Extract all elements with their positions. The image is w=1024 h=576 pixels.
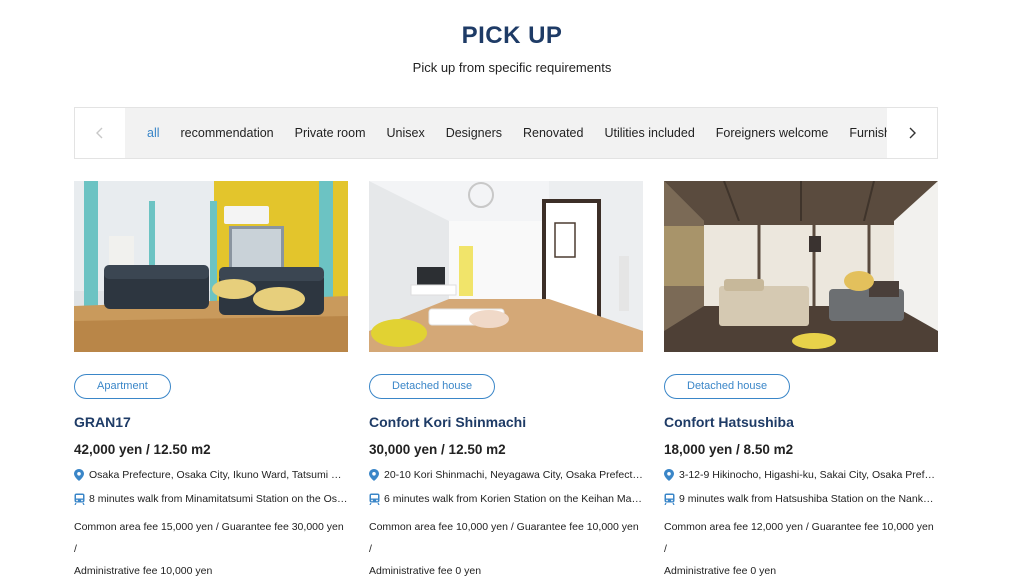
property-price: 18,000 yen / 8.50 m2 [664, 442, 794, 457]
address-text: Osaka Prefecture, Osaka City, Ikuno Ward… [89, 469, 348, 481]
property-type-badge: Detached house [664, 374, 791, 399]
tab-all[interactable]: all [125, 108, 170, 158]
property-access: 6 minutes walk from Korien Station on th… [369, 492, 643, 506]
tab-foreigners-welcome[interactable]: Foreigners welcome [705, 108, 839, 158]
tabs-next-button[interactable] [887, 108, 937, 158]
property-address: 20-10 Kori Shinmachi, Neyagawa City, Osa… [369, 468, 643, 482]
location-pin-icon [74, 469, 85, 481]
location-pin-icon [369, 469, 380, 481]
property-photo[interactable] [369, 181, 643, 352]
train-icon [74, 493, 85, 505]
bedroom-photo [664, 181, 938, 352]
property-price: 42,000 yen / 12.50 m2 [74, 442, 211, 457]
location-pin-icon [664, 469, 675, 481]
property-card[interactable]: Apartment GRAN17 42,000 yen / 12.50 m2 O… [74, 181, 348, 576]
property-name[interactable]: Confort Hatsushiba [664, 414, 938, 430]
address-text: 20-10 Kori Shinmachi, Neyagawa City, Osa… [384, 469, 643, 481]
fees-line: Common area fee 15,000 yen / Guarantee f… [74, 521, 344, 555]
filter-tab-bar: all recommendation Private room Unisex D… [74, 107, 938, 159]
tab-private-room[interactable]: Private room [284, 108, 376, 158]
section-title: PICK UP [461, 22, 563, 49]
property-card-list: Apartment GRAN17 42,000 yen / 12.50 m2 O… [74, 181, 938, 576]
train-icon [369, 493, 380, 505]
fees-line: Administrative fee 0 yen [369, 565, 482, 576]
property-type-badge: Apartment [74, 374, 171, 399]
property-price: 30,000 yen / 12.50 m2 [369, 442, 506, 457]
property-fees: Common area fee 15,000 yen / Guarantee f… [74, 516, 348, 576]
property-card[interactable]: Detached house Confort Hatsushiba 18,000… [664, 181, 938, 576]
access-text: 8 minutes walk from Minamitatsumi Statio… [89, 493, 348, 505]
property-address: Osaka Prefecture, Osaka City, Ikuno Ward… [74, 468, 348, 482]
train-icon [664, 493, 675, 505]
tab-unisex[interactable]: Unisex [376, 108, 435, 158]
fees-line: Common area fee 12,000 yen / Guarantee f… [664, 521, 934, 555]
chevron-right-icon [909, 127, 916, 139]
tabs-prev-button[interactable] [75, 108, 125, 158]
tab-utilities-included[interactable]: Utilities included [594, 108, 705, 158]
section-subtitle: Pick up from specific requirements [412, 60, 612, 75]
access-text: 6 minutes walk from Korien Station on th… [384, 493, 643, 505]
tab-recommendation[interactable]: recommendation [170, 108, 284, 158]
tab-renovated[interactable]: Renovated [512, 108, 593, 158]
address-text: 3-12-9 Hikinocho, Higashi-ku, Sakai City… [679, 469, 938, 481]
tab-list: all recommendation Private room Unisex D… [125, 108, 887, 158]
property-photo[interactable] [664, 181, 938, 352]
fees-line: Common area fee 10,000 yen / Guarantee f… [369, 521, 639, 555]
section-header: PICK UP Pick up from specific requiremen… [0, 22, 1024, 76]
property-photo[interactable] [74, 181, 348, 352]
fees-line: Administrative fee 10,000 yen [74, 565, 213, 576]
property-name[interactable]: Confort Kori Shinmachi [369, 414, 643, 430]
property-card[interactable]: Detached house Confort Kori Shinmachi 30… [369, 181, 643, 576]
chevron-left-icon [96, 127, 103, 139]
living-room-photo [74, 181, 348, 352]
property-fees: Common area fee 12,000 yen / Guarantee f… [664, 516, 938, 576]
property-name[interactable]: GRAN17 [74, 414, 348, 430]
property-access: 9 minutes walk from Hatsushiba Station o… [664, 492, 938, 506]
tab-designers[interactable]: Designers [435, 108, 512, 158]
property-fees: Common area fee 10,000 yen / Guarantee f… [369, 516, 643, 576]
property-type-badge: Detached house [369, 374, 496, 399]
bright-room-photo [369, 181, 643, 352]
fees-line: Administrative fee 0 yen [664, 565, 777, 576]
access-text: 9 minutes walk from Hatsushiba Station o… [679, 493, 938, 505]
property-address: 3-12-9 Hikinocho, Higashi-ku, Sakai City… [664, 468, 938, 482]
property-access: 8 minutes walk from Minamitatsumi Statio… [74, 492, 348, 506]
tab-furnished-with[interactable]: Furnished with [839, 108, 887, 158]
